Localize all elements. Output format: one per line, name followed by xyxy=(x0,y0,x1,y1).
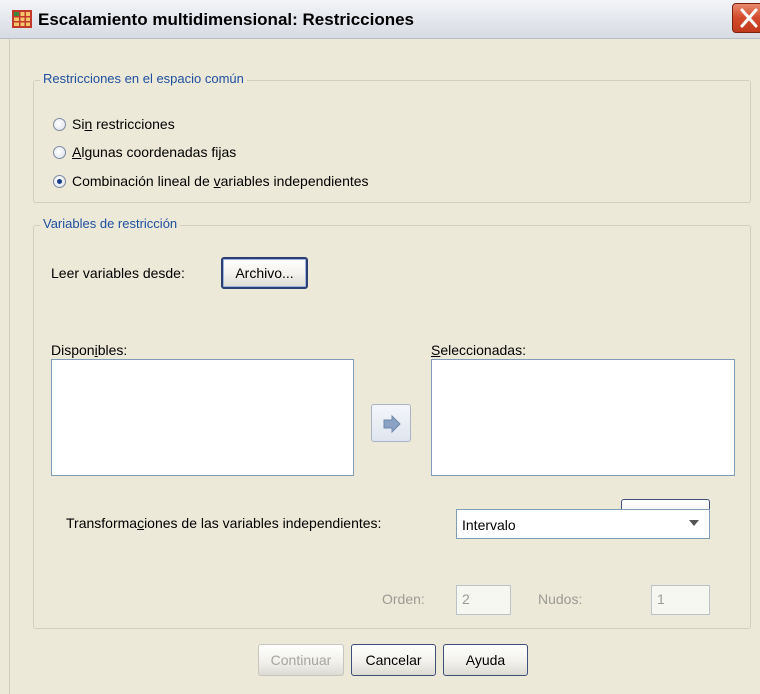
window-title: Escalamiento multidimensional: Restricci… xyxy=(38,10,415,29)
radio-label: Sin restricciones xyxy=(72,116,175,132)
radio-linear-combination[interactable]: Combinación lineal de variables independ… xyxy=(53,173,369,189)
available-label: Disponibles: xyxy=(51,342,128,358)
radio-circle[interactable] xyxy=(53,117,66,131)
help-button[interactable]: Ayuda xyxy=(443,644,528,676)
chevron-down-icon xyxy=(689,520,699,526)
radio-label: Algunas coordenadas fijas xyxy=(72,144,237,160)
dialog-window: Escalamiento multidimensional: Restricci… xyxy=(0,0,760,694)
arrow-right-icon xyxy=(383,414,401,434)
order-label: Orden: xyxy=(382,591,425,607)
selected-label: Seleccionadas: xyxy=(431,342,526,358)
radio-circle-selected[interactable] xyxy=(53,174,66,188)
read-variables-from-label: Leer variables desde: xyxy=(51,265,185,281)
radio-some-fixed-coordinates[interactable]: Algunas coordenadas fijas xyxy=(53,144,236,160)
knots-field[interactable]: 1 xyxy=(651,585,710,615)
cancel-button[interactable]: Cancelar xyxy=(351,644,436,676)
file-button[interactable]: Archivo... xyxy=(221,257,308,289)
dialog-content: Restricciones en el espacio común Sin re… xyxy=(9,39,760,694)
knots-label: Nudos: xyxy=(538,591,583,607)
grid-app-icon xyxy=(12,10,32,28)
radio-label: Combinación lineal de variables independ… xyxy=(72,173,369,189)
selected-variables-list[interactable] xyxy=(431,359,735,476)
transformations-label: Transformaciones de las variables indepe… xyxy=(66,515,382,531)
move-right-button[interactable] xyxy=(371,404,411,442)
close-button[interactable] xyxy=(732,3,760,33)
continue-button[interactable]: Continuar xyxy=(258,644,344,676)
common-space-legend: Restricciones en el espacio común xyxy=(40,71,247,86)
radio-circle[interactable] xyxy=(53,145,66,159)
restriction-variables-legend: Variables de restricción xyxy=(40,216,181,231)
order-field[interactable]: 2 xyxy=(456,585,511,615)
transformation-selected-value: Intervalo xyxy=(462,517,516,533)
available-variables-list[interactable] xyxy=(51,359,354,476)
transformation-select[interactable]: Intervalo xyxy=(456,509,710,539)
title-bar[interactable]: Escalamiento multidimensional: Restricci… xyxy=(0,0,760,39)
radio-no-restrictions[interactable]: Sin restricciones xyxy=(53,116,175,132)
close-icon xyxy=(740,8,758,28)
